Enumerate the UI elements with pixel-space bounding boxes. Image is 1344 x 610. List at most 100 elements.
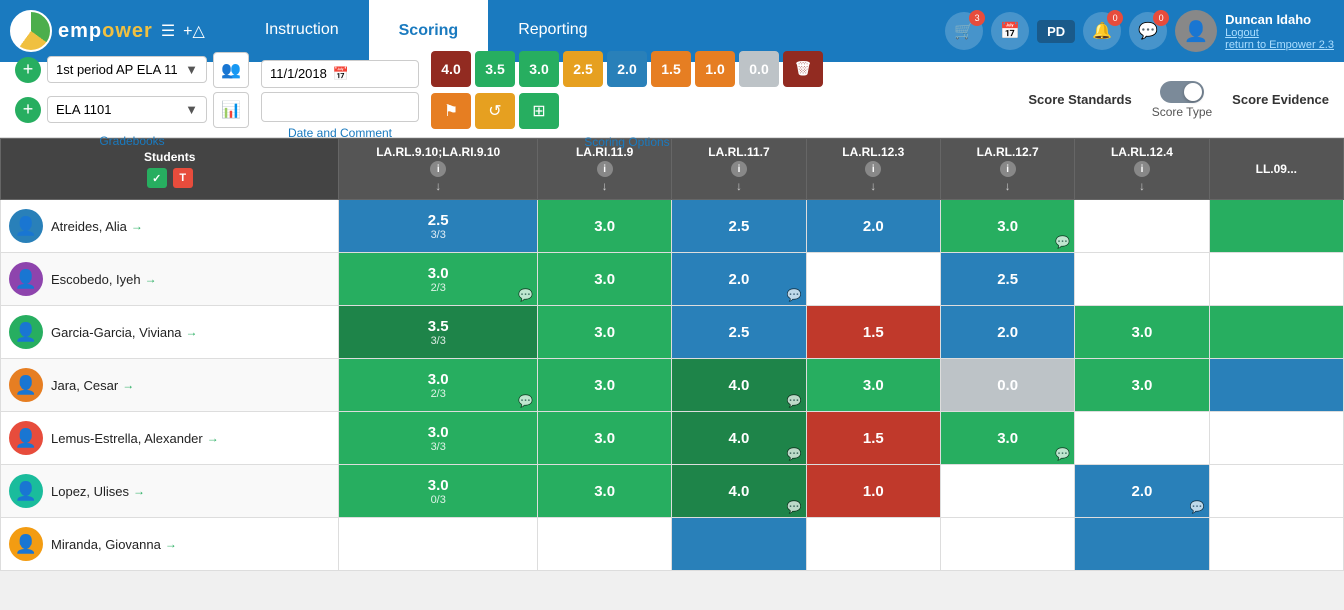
score-cell[interactable]: [940, 518, 1074, 571]
score-cell[interactable]: [1209, 359, 1343, 412]
score-btn-20[interactable]: 2.0: [607, 51, 647, 87]
student-cell[interactable]: 👤 Atreides, Alia →: [1, 200, 339, 253]
student-cell[interactable]: 👤 Escobedo, Iyeh →: [1, 253, 339, 306]
info-icon-3[interactable]: i: [865, 161, 881, 177]
score-cell[interactable]: 3.0 0/3: [339, 465, 538, 518]
score-btn-10[interactable]: 1.0: [695, 51, 735, 87]
score-btn-30[interactable]: 3.0: [519, 51, 559, 87]
notif-button-2[interactable]: 💬 0: [1129, 12, 1167, 50]
sort-icon-1[interactable]: ↓: [602, 179, 608, 193]
student-cell[interactable]: 👤 Lopez, Ulises →: [1, 465, 339, 518]
score-cell[interactable]: 2.5: [940, 253, 1074, 306]
score-cell[interactable]: 3.0 💬: [940, 200, 1074, 253]
score-cell[interactable]: [1209, 306, 1343, 359]
sort-icon-5[interactable]: ↓: [1139, 179, 1145, 193]
score-cell[interactable]: 2.5: [672, 306, 806, 359]
score-cell[interactable]: [806, 518, 940, 571]
calendar-button[interactable]: 📅: [991, 12, 1029, 50]
score-cell[interactable]: 3.0 3/3: [339, 412, 538, 465]
score-cell[interactable]: [1209, 518, 1343, 571]
score-cell[interactable]: 2.0: [940, 306, 1074, 359]
score-standards-toggle[interactable]: [1160, 81, 1204, 103]
score-cell[interactable]: 3.0: [537, 253, 671, 306]
score-cell[interactable]: 2.0 💬: [1075, 465, 1209, 518]
return-link[interactable]: return to Empower 2.3: [1225, 39, 1334, 51]
add-gradebook-button[interactable]: +: [15, 57, 41, 83]
score-cell[interactable]: [1075, 412, 1209, 465]
info-icon-2[interactable]: i: [731, 161, 747, 177]
add-class-button[interactable]: +: [15, 97, 41, 123]
score-cell[interactable]: 1.5: [806, 306, 940, 359]
gradebooks-link[interactable]: Gradebooks: [15, 134, 249, 148]
score-cell[interactable]: [1209, 253, 1343, 306]
score-cell[interactable]: 3.0: [537, 306, 671, 359]
student-cell[interactable]: 👤 Garcia-Garcia, Viviana →: [1, 306, 339, 359]
score-cell[interactable]: [1209, 200, 1343, 253]
score-btn-40[interactable]: 4.0: [431, 51, 471, 87]
student-filter-green[interactable]: ✓: [147, 168, 167, 188]
history-option-button[interactable]: ↺: [475, 93, 515, 129]
score-cell[interactable]: 4.0 💬: [672, 412, 806, 465]
score-cell[interactable]: 2.5 3/3: [339, 200, 538, 253]
score-cell[interactable]: 2.5: [672, 200, 806, 253]
score-cell[interactable]: [806, 253, 940, 306]
add-delta-icon[interactable]: +△: [183, 21, 205, 41]
grid-option-button[interactable]: ⊞: [519, 93, 559, 129]
info-icon-4[interactable]: i: [1000, 161, 1016, 177]
score-cell[interactable]: [1075, 200, 1209, 253]
score-cell[interactable]: 2.0 💬: [672, 253, 806, 306]
class-icon[interactable]: 📊: [213, 92, 249, 128]
score-cell[interactable]: 3.5 3/3: [339, 306, 538, 359]
sort-icon-4[interactable]: ↓: [1005, 179, 1011, 193]
student-cell[interactable]: 👤 Miranda, Giovanna →: [1, 518, 339, 571]
score-btn-00[interactable]: 0.0: [739, 51, 779, 87]
score-cell[interactable]: 3.0: [537, 359, 671, 412]
score-cell[interactable]: 4.0 💬: [672, 465, 806, 518]
sort-icon-3[interactable]: ↓: [870, 179, 876, 193]
score-cell[interactable]: 3.0: [537, 200, 671, 253]
info-icon-1[interactable]: i: [597, 161, 613, 177]
score-cell[interactable]: [1075, 253, 1209, 306]
score-cell[interactable]: [1209, 412, 1343, 465]
flag-option-button[interactable]: ⚑: [431, 93, 471, 129]
score-cell[interactable]: 3.0: [537, 465, 671, 518]
score-cell[interactable]: 3.0: [537, 412, 671, 465]
logout-link[interactable]: Logout: [1225, 27, 1259, 39]
class-dropdown[interactable]: ELA 1101 ▼: [47, 96, 207, 123]
hamburger-icon[interactable]: ☰: [161, 21, 175, 41]
score-cell[interactable]: 3.0: [806, 359, 940, 412]
score-cell[interactable]: 1.5: [806, 412, 940, 465]
pd-button[interactable]: PD: [1037, 20, 1075, 43]
score-cell[interactable]: [339, 518, 538, 571]
score-cell[interactable]: 0.0: [940, 359, 1074, 412]
info-icon-0[interactable]: i: [430, 161, 446, 177]
score-cell[interactable]: [940, 465, 1074, 518]
score-cell[interactable]: [672, 518, 806, 571]
score-cell[interactable]: 4.0 💬: [672, 359, 806, 412]
score-btn-15[interactable]: 1.5: [651, 51, 691, 87]
score-btn-25[interactable]: 2.5: [563, 51, 603, 87]
score-cell[interactable]: 2.0: [806, 200, 940, 253]
sort-icon-0[interactable]: ↓: [435, 179, 441, 193]
notif-button-1[interactable]: 🔔 0: [1083, 12, 1121, 50]
sort-icon-2[interactable]: ↓: [736, 179, 742, 193]
comment-input[interactable]: [261, 92, 419, 122]
calendar-icon[interactable]: 📅: [333, 66, 349, 82]
delete-score-button[interactable]: 🗑: [783, 51, 823, 87]
info-icon-5[interactable]: i: [1134, 161, 1150, 177]
score-cell[interactable]: [1209, 465, 1343, 518]
gradebook-manage-icon[interactable]: 👥: [213, 52, 249, 88]
student-cell[interactable]: 👤 Lemus-Estrella, Alexander →: [1, 412, 339, 465]
score-cell[interactable]: [537, 518, 671, 571]
score-cell[interactable]: 3.0 💬: [940, 412, 1074, 465]
student-filter-red[interactable]: T: [173, 168, 193, 188]
score-cell[interactable]: 3.0 2/3 💬: [339, 253, 538, 306]
student-cell[interactable]: 👤 Jara, Cesar →: [1, 359, 339, 412]
tab-instruction[interactable]: Instruction: [235, 0, 369, 62]
score-cell[interactable]: 3.0: [1075, 306, 1209, 359]
score-cell[interactable]: 3.0 2/3 💬: [339, 359, 538, 412]
cart-button[interactable]: 🛒 3: [945, 12, 983, 50]
score-cell[interactable]: [1075, 518, 1209, 571]
score-cell[interactable]: 3.0: [1075, 359, 1209, 412]
score-cell[interactable]: 1.0: [806, 465, 940, 518]
